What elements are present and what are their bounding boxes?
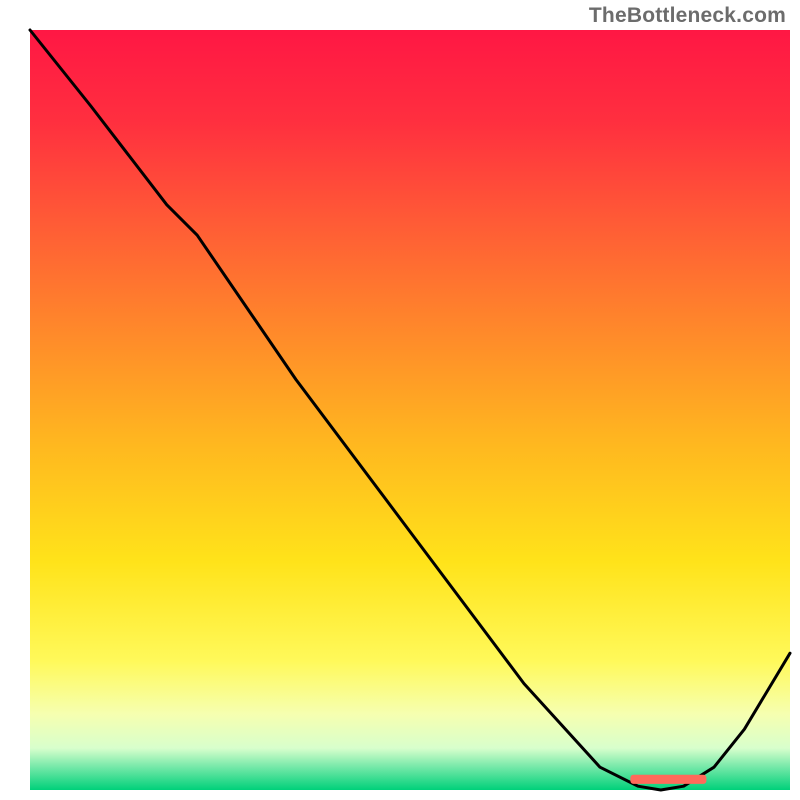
optimal-marker — [630, 775, 706, 784]
watermark-text: TheBottleneck.com — [589, 4, 786, 28]
plot-area — [30, 30, 790, 790]
chart-frame: TheBottleneck.com — [0, 0, 800, 800]
bottleneck-chart — [0, 0, 800, 800]
